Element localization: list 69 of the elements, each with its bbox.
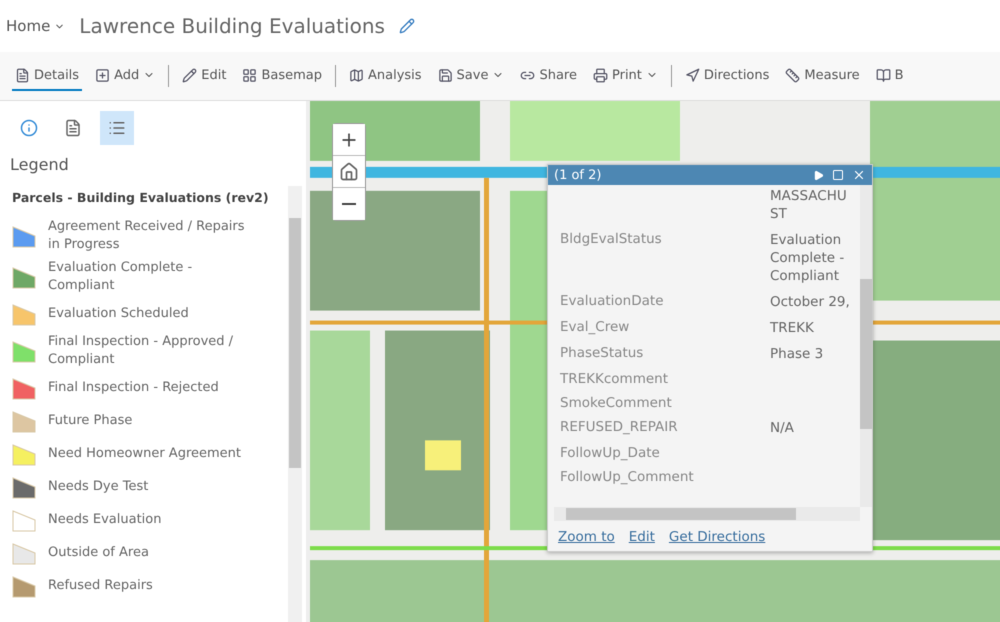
field-name: FollowUp_Date bbox=[560, 445, 661, 461]
toolbar-button[interactable]: Add bbox=[92, 62, 158, 90]
zoom-in-button[interactable] bbox=[333, 124, 365, 156]
scrollbar[interactable] bbox=[554, 507, 860, 521]
popup-link[interactable]: Zoom to bbox=[558, 529, 615, 545]
legend-label: Future Phase bbox=[48, 412, 134, 430]
field-name: SmokeComment bbox=[560, 395, 673, 411]
legend-label: Need Homeowner Agreement bbox=[48, 445, 242, 463]
scrollbar[interactable] bbox=[288, 186, 302, 622]
pencil-icon bbox=[182, 68, 198, 82]
home-menu[interactable]: Home bbox=[6, 17, 66, 35]
legend-label: Final Inspection - Rejected bbox=[48, 379, 220, 397]
toolbar-button[interactable]: Details bbox=[12, 62, 82, 90]
field-name: REFUSED_REPAIR bbox=[560, 419, 679, 437]
field-value: N/A bbox=[770, 419, 795, 437]
document-icon bbox=[64, 119, 82, 137]
toolbar-button[interactable]: Basemap bbox=[239, 62, 325, 90]
book-icon bbox=[876, 68, 891, 82]
arrow-icon bbox=[684, 68, 700, 82]
popup-link[interactable]: Edit bbox=[628, 529, 655, 545]
toolbar-button[interactable]: Analysis bbox=[346, 62, 425, 90]
legend-label: Final Inspection - Approved / Compliant bbox=[48, 333, 234, 369]
field-name: PhaseStatus bbox=[560, 345, 644, 363]
popup-link[interactable]: Get Directions bbox=[668, 529, 766, 545]
toolbar-button[interactable]: Measure bbox=[782, 62, 863, 90]
field-name: FollowUp_Comment bbox=[560, 469, 695, 485]
field-name: EvaluationDate bbox=[560, 293, 664, 311]
layer-title: Parcels - Building Evaluations (rev2) bbox=[12, 190, 270, 205]
toolbar-button[interactable]: Directions bbox=[682, 62, 772, 90]
close-icon[interactable] bbox=[852, 168, 866, 182]
panel-tab[interactable] bbox=[100, 111, 134, 145]
field-name: TREKKcomment bbox=[560, 371, 669, 387]
printer-icon bbox=[592, 68, 608, 82]
info-icon bbox=[20, 119, 38, 137]
toolbar-button[interactable]: Share bbox=[517, 62, 580, 90]
toolbar-button[interactable]: Edit bbox=[179, 62, 230, 90]
pencil-icon[interactable] bbox=[398, 18, 415, 34]
toolbar-button[interactable]: Save bbox=[434, 62, 508, 90]
panel-heading: Legend bbox=[9, 154, 70, 176]
map-title: Lawrence Building Evaluations bbox=[79, 14, 385, 38]
toolbar-button[interactable]: B bbox=[872, 62, 907, 90]
field-value: TREKK bbox=[770, 319, 815, 337]
map-icon bbox=[348, 68, 364, 82]
field-name: Eval_Crew bbox=[560, 319, 630, 337]
legend-label: Needs Evaluation bbox=[48, 511, 162, 529]
legend-label: Needs Dye Test bbox=[48, 478, 150, 496]
list-icon bbox=[108, 119, 126, 137]
toolbar-button[interactable]: Print bbox=[590, 62, 661, 90]
document-icon bbox=[15, 68, 30, 82]
maximize-icon[interactable] bbox=[832, 169, 844, 181]
field-value: Evaluation Complete - Compliant bbox=[770, 231, 846, 285]
legend-label: Evaluation Scheduled bbox=[48, 305, 190, 323]
legend-label: Evaluation Complete - Compliant bbox=[48, 259, 194, 295]
field-value: MASSACHU ST bbox=[770, 187, 848, 223]
popup-title: (1 of 2) bbox=[554, 168, 602, 182]
plus-square-icon bbox=[95, 68, 110, 82]
field-value: October 29, bbox=[770, 293, 851, 311]
grid-icon bbox=[242, 68, 258, 82]
ruler-icon bbox=[785, 68, 800, 82]
field-value: Phase 3 bbox=[770, 345, 824, 363]
field-name: BldgEvalStatus bbox=[560, 231, 663, 249]
save-icon bbox=[438, 68, 453, 82]
scrollbar[interactable] bbox=[860, 185, 872, 507]
legend-label: Outside of Area bbox=[48, 544, 150, 562]
house-icon bbox=[339, 162, 359, 182]
next-icon[interactable] bbox=[813, 170, 824, 180]
legend-label: Agreement Received / Repairs in Progress bbox=[48, 218, 246, 254]
minus-icon bbox=[342, 203, 356, 205]
legend-label: Refused Repairs bbox=[48, 577, 154, 595]
